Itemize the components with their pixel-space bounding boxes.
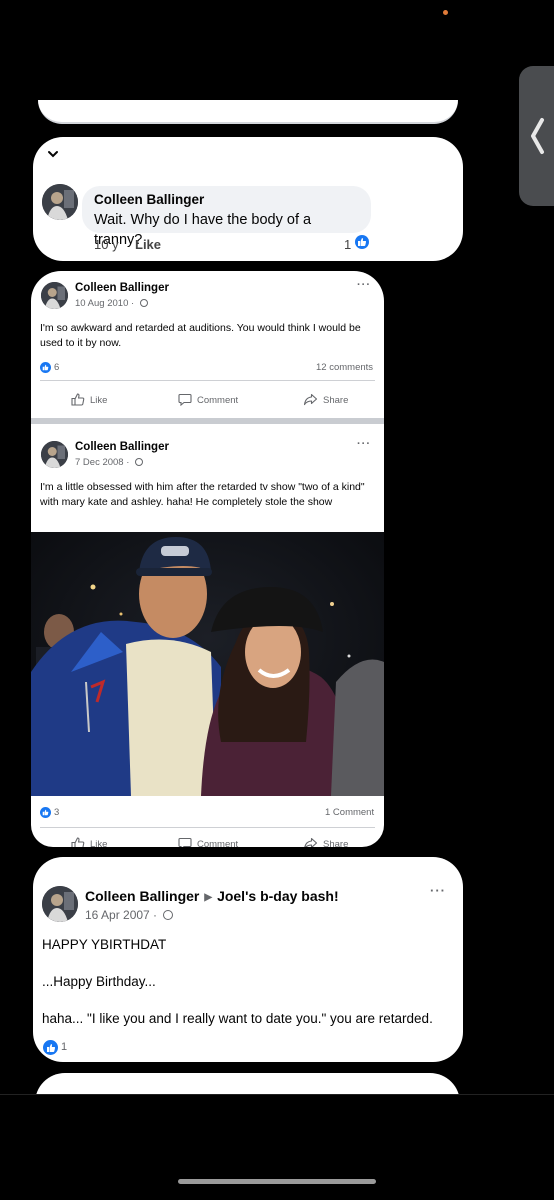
like-reaction-icon bbox=[355, 235, 369, 249]
comment-like-button[interactable]: Like bbox=[135, 237, 161, 252]
post-date: 10 Aug 2010 · bbox=[75, 298, 148, 309]
comment-author[interactable]: Colleen Ballinger bbox=[94, 192, 359, 208]
posts-card: Colleen Ballinger 10 Aug 2010 · ··· I'm … bbox=[31, 271, 384, 847]
globe-icon bbox=[139, 299, 148, 307]
speech-bubble-icon bbox=[178, 837, 192, 847]
shared-post-card: Colleen Ballinger ▶ Joel's b-day bash! 16 … bbox=[33, 857, 463, 1062]
status-indicator-dot bbox=[443, 10, 448, 15]
profile-photo-icon bbox=[41, 441, 68, 468]
post-separator bbox=[31, 418, 384, 424]
share-button[interactable]: Share bbox=[303, 393, 348, 406]
comment-button[interactable]: Comment bbox=[178, 393, 238, 407]
reaction-count[interactable]: 6 bbox=[54, 362, 59, 373]
post-target[interactable]: Joel's b-day bash! bbox=[217, 888, 339, 904]
navigation-bar-area bbox=[0, 1094, 554, 1200]
reaction-count[interactable]: 1 bbox=[61, 1041, 67, 1053]
post-text-line: HAPPY YBIRTHDAT bbox=[42, 937, 167, 952]
post-author[interactable]: Colleen Ballinger bbox=[75, 441, 169, 453]
post-date: 16 Apr 2007 · bbox=[85, 908, 174, 922]
more-options-icon[interactable]: ··· bbox=[430, 883, 446, 898]
previous-card-edge bbox=[38, 100, 458, 124]
divider bbox=[0, 1094, 554, 1095]
photo-image bbox=[31, 532, 384, 796]
chevron-down-icon[interactable] bbox=[47, 149, 59, 159]
avatar[interactable] bbox=[42, 184, 78, 220]
like-reaction-icon bbox=[40, 807, 51, 818]
avatar[interactable] bbox=[42, 886, 78, 922]
comment-timestamp: 10 y bbox=[94, 237, 119, 252]
post-date: 7 Dec 2008 · bbox=[75, 457, 144, 468]
like-button[interactable]: Like bbox=[71, 393, 107, 406]
more-options-icon[interactable]: ··· bbox=[357, 438, 371, 450]
thumbs-up-icon bbox=[71, 393, 85, 406]
like-button[interactable]: Like bbox=[71, 837, 107, 847]
comment-text: Wait. Why do I have the body of a tranny… bbox=[94, 212, 312, 248]
comment-button[interactable]: Comment bbox=[178, 837, 238, 847]
reaction-count[interactable]: 3 bbox=[54, 807, 59, 818]
comment-reaction-count[interactable]: 1 bbox=[344, 237, 351, 252]
avatar[interactable] bbox=[41, 441, 68, 468]
comment-count[interactable]: 1 Comment bbox=[325, 807, 374, 818]
share-arrow-icon bbox=[304, 837, 318, 847]
post-text: I'm a little obsessed with him after the… bbox=[40, 481, 365, 508]
share-arrow-icon bbox=[303, 393, 318, 406]
speech-bubble-icon bbox=[178, 393, 192, 407]
globe-icon bbox=[163, 910, 174, 920]
home-indicator[interactable] bbox=[178, 1179, 376, 1184]
comment-count[interactable]: 12 comments bbox=[316, 362, 373, 373]
more-options-icon[interactable]: ··· bbox=[357, 279, 371, 291]
post-text: I'm so awkward and retarded at auditions… bbox=[40, 322, 361, 349]
divider bbox=[40, 827, 375, 828]
profile-photo-icon bbox=[42, 886, 78, 922]
triangle-right-icon: ▶ bbox=[204, 892, 213, 903]
avatar[interactable] bbox=[41, 282, 68, 309]
profile-photo-icon bbox=[41, 282, 68, 309]
comment-card: Colleen Ballinger Wait. Why do I have th… bbox=[33, 137, 463, 261]
post-author[interactable]: Colleen Ballinger ▶ Joel's b-day bash! bbox=[85, 888, 339, 904]
divider bbox=[40, 380, 375, 381]
chevron-left-icon bbox=[531, 118, 544, 154]
post-photo[interactable] bbox=[31, 532, 384, 796]
share-button[interactable]: Share bbox=[303, 837, 348, 847]
profile-photo-icon bbox=[42, 184, 78, 220]
thumbs-up-icon bbox=[71, 837, 85, 847]
globe-icon bbox=[135, 458, 144, 466]
post-author[interactable]: Colleen Ballinger bbox=[75, 282, 169, 294]
like-reaction-icon bbox=[40, 362, 51, 373]
post-text-line: haha... "I like you and I really want to… bbox=[42, 1011, 433, 1026]
edge-panel-handle[interactable] bbox=[519, 66, 554, 206]
like-reaction-icon bbox=[43, 1040, 58, 1055]
comment-bubble: Colleen Ballinger Wait. Why do I have th… bbox=[82, 186, 371, 248]
post-text-line: ...Happy Birthday... bbox=[42, 974, 156, 989]
